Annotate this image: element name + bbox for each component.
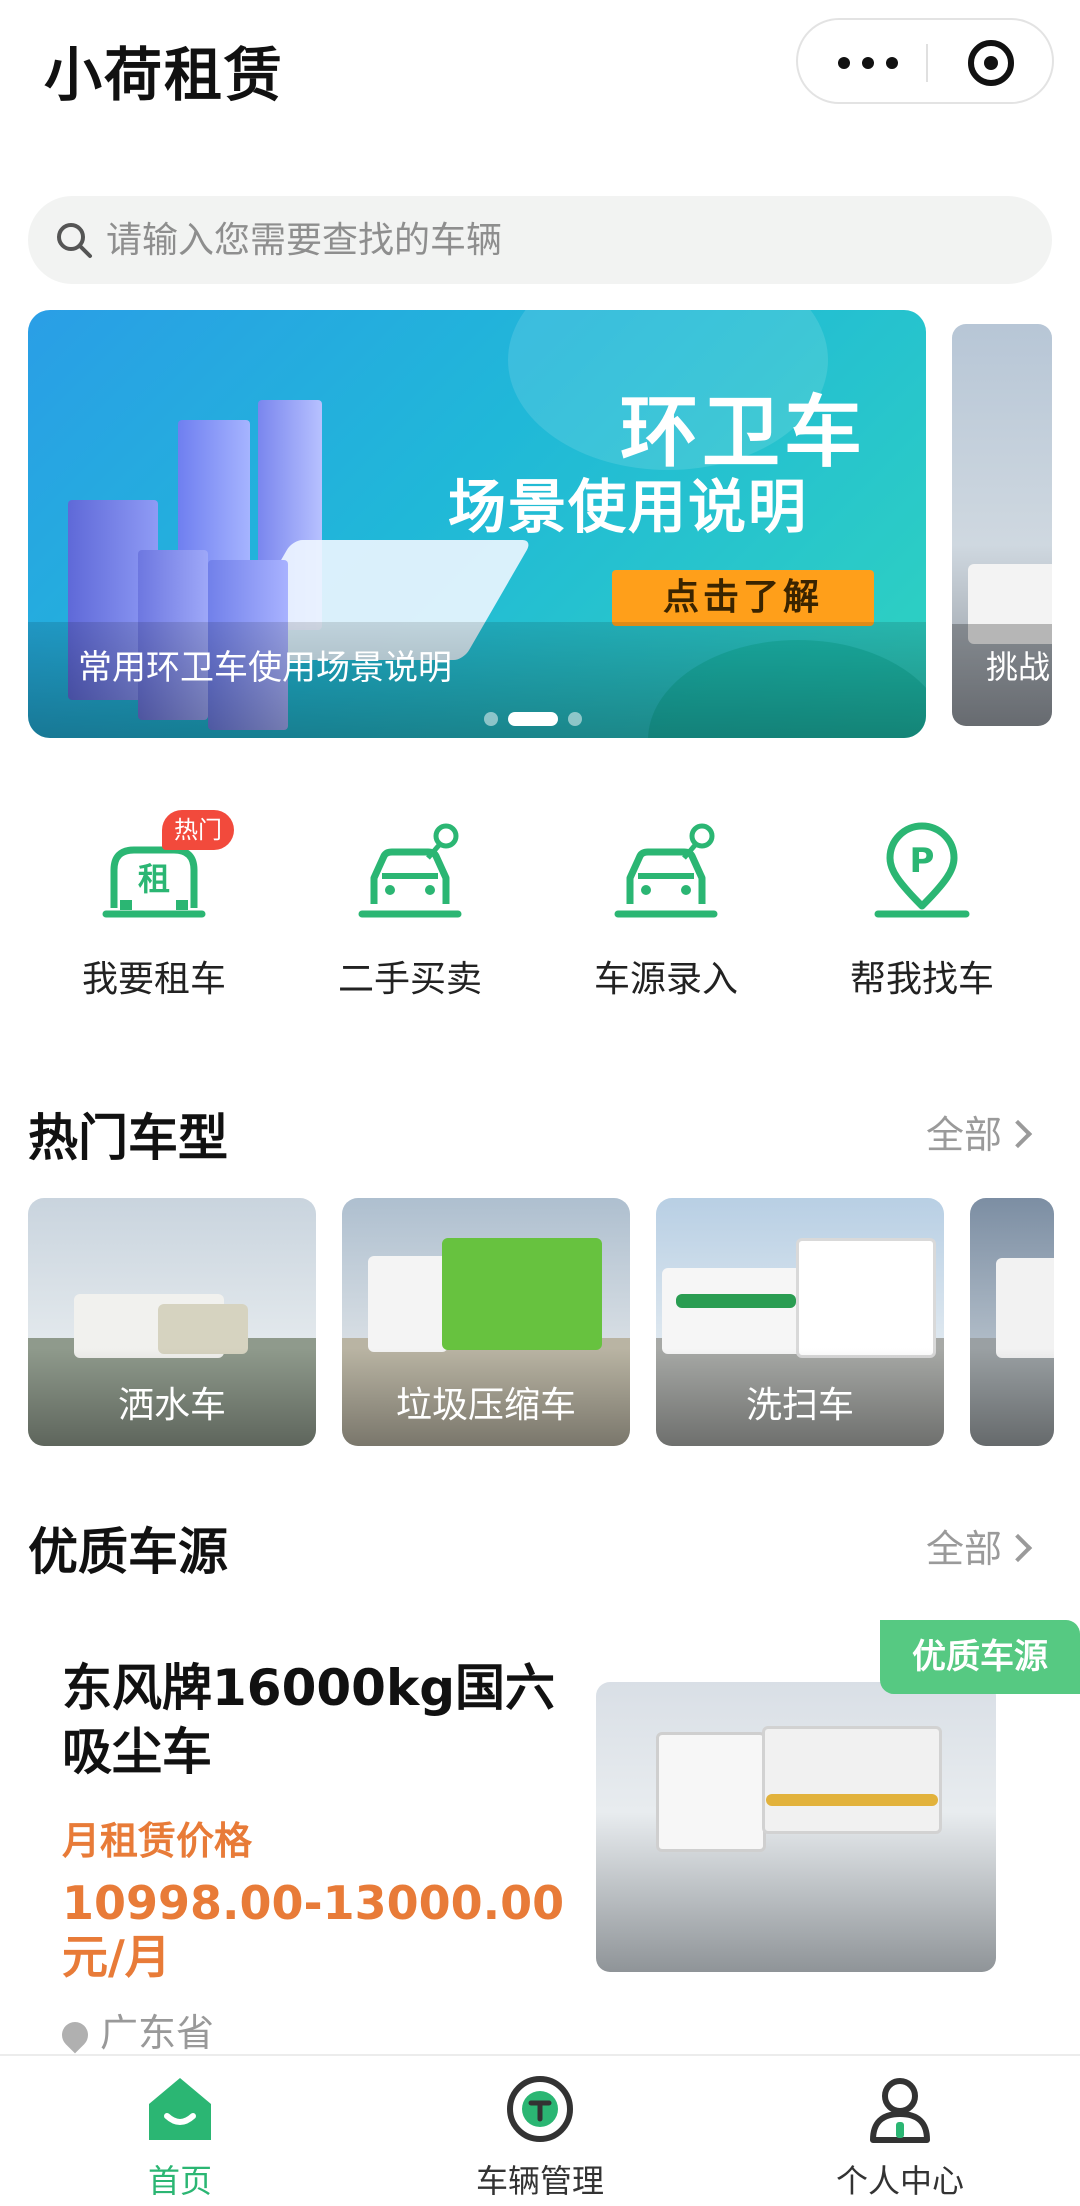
menu-label: 二手买卖 bbox=[337, 959, 482, 1000]
target-icon[interactable] bbox=[968, 40, 1014, 86]
tab-label: 个人中心 bbox=[835, 2162, 964, 2200]
truck-illustration bbox=[158, 1304, 248, 1354]
all-link-label: 全部 bbox=[926, 1113, 1003, 1157]
tab-label: 首页 bbox=[147, 2162, 212, 2200]
truck-illustration bbox=[762, 1726, 942, 1834]
menu-item-find-car[interactable]: P 帮我找车 bbox=[802, 800, 1042, 1000]
search-icon bbox=[57, 223, 92, 258]
quick-menu: 租 热门 我要租车 二手买卖 车源录入 P 帮我找车 bbox=[0, 800, 1080, 1000]
bottom-tab-bar: 首页 车辆管理 个人中心 bbox=[0, 2054, 1080, 2206]
carousel-indicator bbox=[484, 708, 604, 728]
tab-profile[interactable]: 个人中心 bbox=[720, 2056, 1080, 2206]
truck-illustration bbox=[442, 1238, 602, 1350]
tab-vehicle-manage[interactable]: 车辆管理 bbox=[360, 2056, 720, 2206]
search-input[interactable] bbox=[106, 210, 1006, 270]
tab-label: 车辆管理 bbox=[475, 2162, 604, 2200]
truck-illustration bbox=[996, 1258, 1054, 1358]
section-title-quality: 优质车源 bbox=[28, 1523, 228, 1581]
type-label: 垃圾压缩车 bbox=[395, 1385, 576, 1426]
listing-name: 东风牌16000kg国六吸尘车 bbox=[62, 1659, 555, 1781]
truck-illustration bbox=[662, 1268, 812, 1354]
menu-label: 车源录入 bbox=[593, 959, 738, 1000]
capsule-divider bbox=[926, 44, 928, 82]
parking-icon-text: P bbox=[910, 841, 935, 881]
car-entry-icon bbox=[614, 823, 718, 918]
listing-location-text: 广东省 bbox=[100, 2011, 215, 2055]
hot-types-list: 洒水车 垃圾压缩车 洗扫车 bbox=[0, 1198, 1080, 1448]
truck-stripe bbox=[676, 1294, 796, 1308]
type-card-sprinkler[interactable]: 洒水车 bbox=[28, 1198, 316, 1446]
listing-location: 广东省 bbox=[56, 2002, 215, 2057]
top-bar: 小荷租赁 bbox=[0, 0, 1080, 130]
app-title: 小荷租赁 bbox=[44, 41, 285, 109]
mini-program-capsule bbox=[796, 18, 1054, 104]
type-label: 洒水车 bbox=[117, 1385, 226, 1426]
carousel-dot bbox=[568, 712, 582, 726]
all-link-label: 全部 bbox=[926, 1527, 1003, 1571]
truck-illustration bbox=[796, 1238, 936, 1358]
quality-all-link[interactable]: 全部 bbox=[926, 1518, 1033, 1573]
menu-item-car-entry[interactable]: 车源录入 bbox=[546, 800, 786, 1000]
quality-badge: 优质车源 bbox=[880, 1620, 1080, 1694]
type-card-sweeper[interactable]: 洗扫车 bbox=[656, 1198, 944, 1446]
more-icon[interactable] bbox=[834, 46, 914, 80]
banner-next-caption: 挑战 bbox=[986, 648, 1051, 686]
banner-next-slide[interactable]: 挑战 bbox=[952, 324, 1052, 726]
location-pin-icon bbox=[56, 2016, 94, 2054]
type-label: 洗扫车 bbox=[745, 1385, 854, 1426]
menu-label: 帮我找车 bbox=[849, 959, 994, 1000]
truck-illustration bbox=[368, 1256, 448, 1352]
profile-icon bbox=[870, 2078, 930, 2143]
home-icon bbox=[149, 2078, 211, 2140]
listing-price: 10998.00-13000.00元/月 bbox=[62, 1876, 565, 1984]
search-bar[interactable] bbox=[28, 196, 1052, 284]
rent-icon-text: 租 bbox=[138, 860, 170, 898]
chevron-right-icon bbox=[1003, 1119, 1033, 1149]
menu-item-used-trade[interactable]: 二手买卖 bbox=[290, 800, 530, 1000]
hot-types-all-link[interactable]: 全部 bbox=[926, 1104, 1033, 1159]
banner-caption: 常用环卫车使用场景说明 bbox=[78, 648, 452, 688]
banner-subheadline: 场景使用说明 bbox=[448, 473, 809, 541]
tab-home[interactable]: 首页 bbox=[0, 2056, 360, 2206]
menu-label: 我要租车 bbox=[81, 959, 226, 1000]
banner-slide[interactable]: 环卫车 场景使用说明 点击了解 常用环卫车使用场景说明 bbox=[28, 310, 926, 738]
photo-shade bbox=[970, 1348, 1054, 1446]
banner-cta-button[interactable]: 点击了解 bbox=[612, 570, 874, 626]
hot-badge: 热门 bbox=[162, 810, 234, 850]
carousel-dot-active bbox=[508, 712, 558, 726]
menu-item-rent[interactable]: 租 热门 我要租车 bbox=[34, 800, 274, 1000]
vehicle-manage-icon bbox=[507, 2076, 573, 2142]
listing-photo bbox=[596, 1682, 996, 1972]
type-card-garbage-compressor[interactable]: 垃圾压缩车 bbox=[342, 1198, 630, 1446]
carousel-dot bbox=[484, 712, 498, 726]
parking-pin-icon: P bbox=[874, 822, 970, 918]
listing-price-label: 月租赁价格 bbox=[62, 1819, 253, 1863]
section-title-hot-types: 热门车型 bbox=[28, 1109, 228, 1167]
chevron-right-icon bbox=[1003, 1533, 1033, 1563]
type-card-partial[interactable] bbox=[970, 1198, 1054, 1446]
truck-illustration bbox=[656, 1732, 766, 1852]
listing-card[interactable]: 东风牌16000kg国六吸尘车 月租赁价格 10998.00-13000.00元… bbox=[28, 1620, 1080, 2055]
used-car-icon bbox=[358, 823, 462, 918]
truck-stripe bbox=[766, 1794, 938, 1806]
